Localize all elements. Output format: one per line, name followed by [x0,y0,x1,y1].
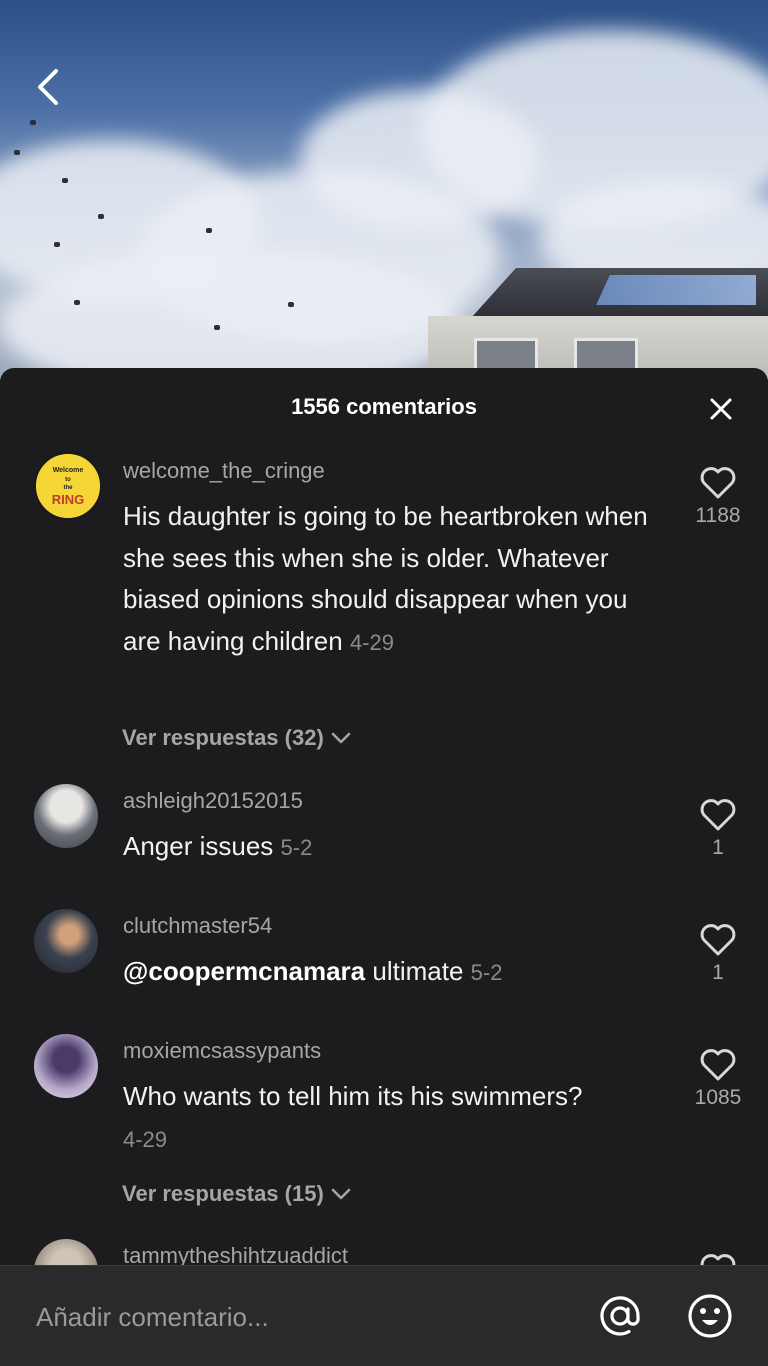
like-count: 1085 [694,1086,742,1109]
panel-header: 1556 comentarios [0,368,768,448]
like-count: 1 [712,836,724,859]
close-icon [710,398,732,420]
emoji-button[interactable] [686,1292,734,1340]
heart-icon [700,1049,736,1081]
emoji-icon [688,1294,732,1338]
comment-text: Anger issues 5-2 [123,826,663,869]
view-replies-label: Ver respuestas (32) [122,725,324,750]
svg-text:RING: RING [52,492,85,507]
chevron-down-icon [331,1188,351,1200]
comment-date: 4-29 [123,1126,168,1152]
close-button[interactable] [706,394,736,424]
heart-icon [700,924,736,956]
comment-body: ultimate [372,956,464,986]
like-button[interactable]: 1085 [678,1048,758,1110]
comment-text: Who wants to tell him its his swimmers? … [123,1076,663,1160]
comment-text: His daughter is going to be heartbroken … [123,496,663,663]
svg-text:the: the [64,485,74,491]
comment-date: 5-2 [470,960,503,985]
like-count: 1188 [695,504,741,527]
comment-date: 4-29 [349,629,394,655]
avatar-logo: Welcome to the RING [36,454,100,518]
svg-text:to: to [65,477,71,483]
view-replies-button[interactable]: Ver respuestas (32) [122,725,352,751]
avatar[interactable]: Welcome to the RING [34,452,102,520]
avatar[interactable] [34,784,98,848]
chevron-down-icon [331,732,351,744]
like-count: 1 [712,961,724,984]
comment-username[interactable]: clutchmaster54 [123,913,272,939]
like-button[interactable]: 1 [678,798,758,860]
mention-link[interactable]: @coopermcnamara [123,956,365,986]
heart-icon [700,467,736,499]
comment-composer [0,1265,768,1366]
comment-username[interactable]: moxiemcsassypants [123,1038,321,1064]
view-replies-label: Ver respuestas (15) [122,1181,324,1206]
like-button[interactable]: 1 [678,923,758,985]
at-icon [600,1296,640,1336]
comment-username[interactable]: ashleigh20152015 [123,788,303,814]
mention-button[interactable] [596,1292,644,1340]
comments-count-title: 1556 comentarios [291,394,477,419]
heart-icon [700,799,736,831]
comment-body: Anger issues [123,831,274,861]
comments-panel: 1556 comentarios Welcome to the RING wel… [0,368,768,1365]
comment-input[interactable] [34,1290,558,1344]
avatar[interactable] [34,909,98,973]
video-background[interactable] [0,0,768,380]
back-button[interactable] [28,62,68,112]
avatar[interactable] [34,1034,98,1098]
svg-text:Welcome: Welcome [53,467,84,474]
comment-username[interactable]: welcome_the_cringe [123,458,325,484]
view-replies-button[interactable]: Ver respuestas (15) [122,1181,352,1207]
comment-date: 5-2 [280,835,313,860]
solar-panels [596,275,756,305]
comment-body: Who wants to tell him its his swimmers? [123,1081,583,1111]
like-button[interactable]: 1188 [678,466,758,528]
back-icon [38,69,58,105]
comment-text: @coopermcnamara ultimate 5-2 [123,951,663,994]
